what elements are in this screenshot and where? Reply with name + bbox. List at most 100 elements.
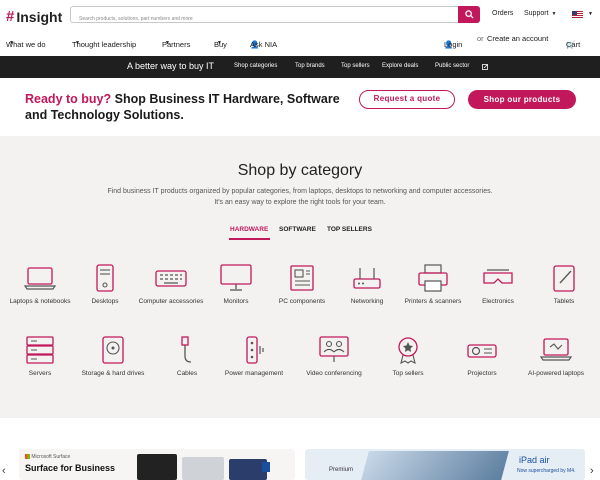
category-label: Laptops & notebooks xyxy=(9,298,71,305)
category-label: Electronics xyxy=(482,298,514,305)
external-link-icon xyxy=(482,64,488,70)
chevron-down-icon: ▼ xyxy=(165,40,170,46)
request-quote-button[interactable]: Request a quote xyxy=(359,90,455,109)
circuit-board-icon xyxy=(290,265,314,291)
search-box[interactable] xyxy=(70,6,480,27)
desktop-tower-icon xyxy=(96,264,114,292)
card-brand: Microsoft Surface xyxy=(25,454,70,460)
category-label: Storage & hard drives xyxy=(81,370,145,377)
chevron-down-icon: ▼ xyxy=(75,40,80,46)
laptop-image xyxy=(182,457,224,480)
cable-icon xyxy=(181,336,192,363)
active-tab-indicator xyxy=(229,238,270,240)
nav-label: Ask NIA xyxy=(250,40,278,49)
ipad-image xyxy=(361,451,509,480)
category-label: AI-powered laptops xyxy=(527,370,584,377)
us-flag-icon[interactable] xyxy=(572,11,583,18)
category-top-sellers[interactable]: Top sellers xyxy=(373,336,443,378)
video-conference-icon xyxy=(319,336,349,362)
nav-label: Thought leadership xyxy=(72,40,137,49)
strip-link-top-sellers[interactable]: Top sellers xyxy=(341,63,370,69)
strip-link-public-sector[interactable]: Public sector xyxy=(435,63,469,69)
ipad-subtitle: Now supercharged by M4. xyxy=(517,468,576,474)
category-label: Video conferencing xyxy=(306,370,362,377)
category-laptops[interactable]: Laptops & notebooks xyxy=(5,264,75,306)
chevron-down-icon: ▼ xyxy=(551,11,557,17)
category-label: Monitors xyxy=(223,298,249,305)
laptop-icon xyxy=(23,267,57,290)
promo-highlight: Ready to buy? xyxy=(25,92,112,106)
category-label: Computer accessories xyxy=(138,298,204,305)
category-monitors[interactable]: Monitors xyxy=(201,264,271,306)
projector-icon xyxy=(467,344,497,358)
monitor-icon xyxy=(220,264,252,291)
cart-label: Cart xyxy=(566,40,581,49)
search-button[interactable] xyxy=(458,6,480,23)
description-line-1: Find business IT products organized by p… xyxy=(107,188,493,195)
promo-strip: A better way to buy IT Shop categories T… xyxy=(0,56,600,78)
server-icon xyxy=(26,336,54,364)
support-label: Support xyxy=(524,10,549,17)
tab-software[interactable]: SOFTWARE xyxy=(279,226,316,233)
strip-link-top-brands[interactable]: Top brands xyxy=(295,63,325,69)
category-label: Power management xyxy=(224,370,284,377)
category-ai-laptops[interactable]: AI-powered laptops xyxy=(521,336,591,378)
logo-text: Insight xyxy=(16,8,63,25)
category-printers[interactable]: Printers & scanners xyxy=(398,264,468,306)
hard-drive-icon xyxy=(102,336,124,364)
router-icon xyxy=(353,268,381,289)
or-text: or xyxy=(477,34,484,43)
category-label: Desktops xyxy=(91,298,119,305)
surface-promo-card[interactable]: Microsoft Surface Surface for Business xyxy=(19,449,295,480)
keyboard-icon xyxy=(155,270,187,287)
chevron-down-icon: ▼ xyxy=(217,40,222,46)
support-menu[interactable]: Support ▼ xyxy=(524,10,556,17)
category-projectors[interactable]: Projectors xyxy=(447,336,517,378)
carousel-next-icon[interactable]: › xyxy=(590,465,594,477)
category-label: Tablets xyxy=(553,298,575,305)
section-description: Find business IT products organized by p… xyxy=(0,186,600,208)
login-label: Login xyxy=(444,40,463,49)
tab-hardware[interactable]: HARDWARE xyxy=(230,226,268,233)
carousel-prev-icon[interactable]: ‹ xyxy=(2,465,6,477)
chevron-down-icon[interactable]: ▼ xyxy=(588,11,593,17)
category-networking[interactable]: Networking xyxy=(332,264,402,306)
card-brand-label: Microsoft Surface xyxy=(31,454,71,460)
strip-link-explore-deals[interactable]: Explore deals xyxy=(382,63,418,69)
category-label: Cables xyxy=(176,370,198,377)
category-tablets[interactable]: Tablets xyxy=(529,264,599,306)
search-input[interactable] xyxy=(71,11,451,27)
award-badge-icon xyxy=(398,337,418,364)
category-label: PC components xyxy=(278,298,326,305)
category-accessories[interactable]: Computer accessories xyxy=(136,264,206,306)
category-section: Shop by category Find business IT produc… xyxy=(0,136,600,418)
category-electronics[interactable]: Electronics xyxy=(463,264,533,306)
tablet-pen-icon xyxy=(553,265,575,292)
microsoft-logo-icon xyxy=(25,454,30,460)
category-power[interactable]: Power management xyxy=(219,336,289,378)
ipad-title: iPad air xyxy=(519,455,550,465)
shop-products-button[interactable]: Shop our products xyxy=(468,90,576,109)
search-icon xyxy=(464,10,474,19)
section-title: Shop by category xyxy=(237,162,363,179)
tab-top-sellers[interactable]: TOP SELLERS xyxy=(327,226,372,233)
category-video-conferencing[interactable]: Video conferencing xyxy=(299,336,369,378)
promo-heading: Ready to buy? Shop Business IT Hardware,… xyxy=(25,91,365,123)
category-desktops[interactable]: Desktops xyxy=(70,264,140,306)
laptop-image xyxy=(137,454,177,480)
category-servers[interactable]: Servers xyxy=(5,336,75,378)
ipad-promo-card[interactable]: Premium iPad air Now supercharged by M4. xyxy=(305,449,585,480)
category-cables[interactable]: Cables xyxy=(152,336,222,378)
orders-link[interactable]: Orders xyxy=(492,10,513,17)
hash-icon: # xyxy=(6,8,15,25)
category-pc-components[interactable]: PC components xyxy=(267,264,337,306)
create-account-link[interactable]: Create an account xyxy=(487,34,548,43)
category-label: Servers xyxy=(28,370,52,377)
vr-headset-icon xyxy=(483,269,513,284)
category-storage[interactable]: Storage & hard drives xyxy=(78,336,148,378)
printer-icon xyxy=(418,264,448,292)
insight-logo[interactable]: # Insight xyxy=(6,8,62,25)
card-title: Surface for Business xyxy=(25,463,116,473)
strip-link-shop-categories[interactable]: Shop categories xyxy=(234,63,277,69)
chevron-down-icon: ▼ xyxy=(9,40,14,46)
